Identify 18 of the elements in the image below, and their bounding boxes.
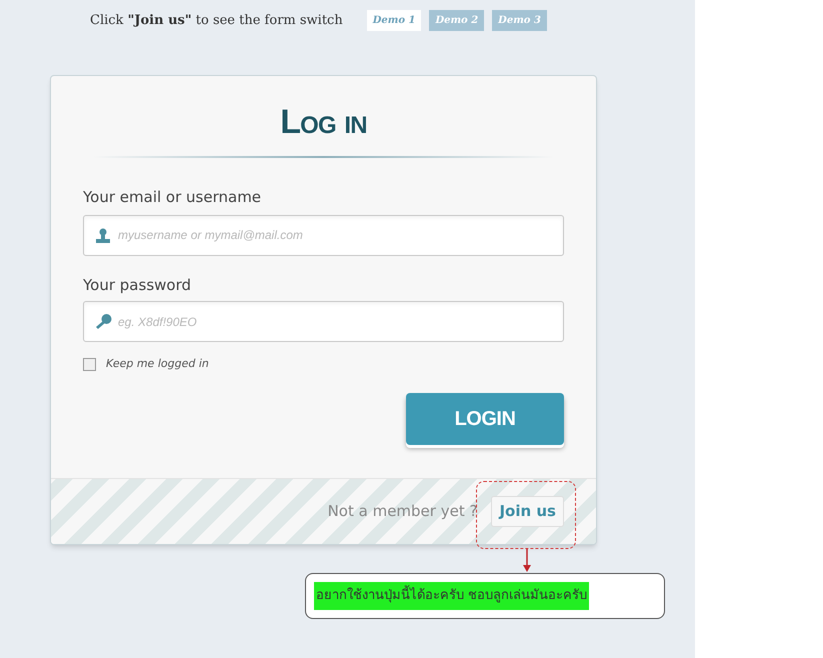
member-prompt: Not a member yet ? [328, 501, 478, 522]
demo-tab[interactable]: Demo 3 [492, 10, 547, 31]
field-label: Your password [83, 274, 192, 296]
checkbox[interactable] [83, 358, 96, 371]
key-icon [95, 314, 112, 330]
callout-text: อยากใช้งานปุ่มนี้ได้อะครับ ชอบลูกเล่นมันอะครับ [314, 582, 590, 610]
form-title: Log in [279, 102, 368, 143]
user-icon [96, 228, 110, 242]
email-field[interactable]: myusername or mymail@mail.com [83, 214, 564, 256]
login-button[interactable]: LOGIN [406, 392, 564, 444]
password-field[interactable]: eg. X8df!90EO [83, 301, 564, 342]
instruction-text: Click "Join us" to see the form switch [90, 12, 343, 30]
join-us-link[interactable]: Join us [491, 496, 564, 527]
demo-tab[interactable]: Demo 1 [366, 10, 422, 31]
field-label: Your email or username [83, 187, 262, 208]
demo-tab[interactable]: Demo 2 [429, 10, 484, 31]
checkbox-label: Keep me logged in [106, 356, 209, 372]
arrow-icon [522, 549, 532, 573]
